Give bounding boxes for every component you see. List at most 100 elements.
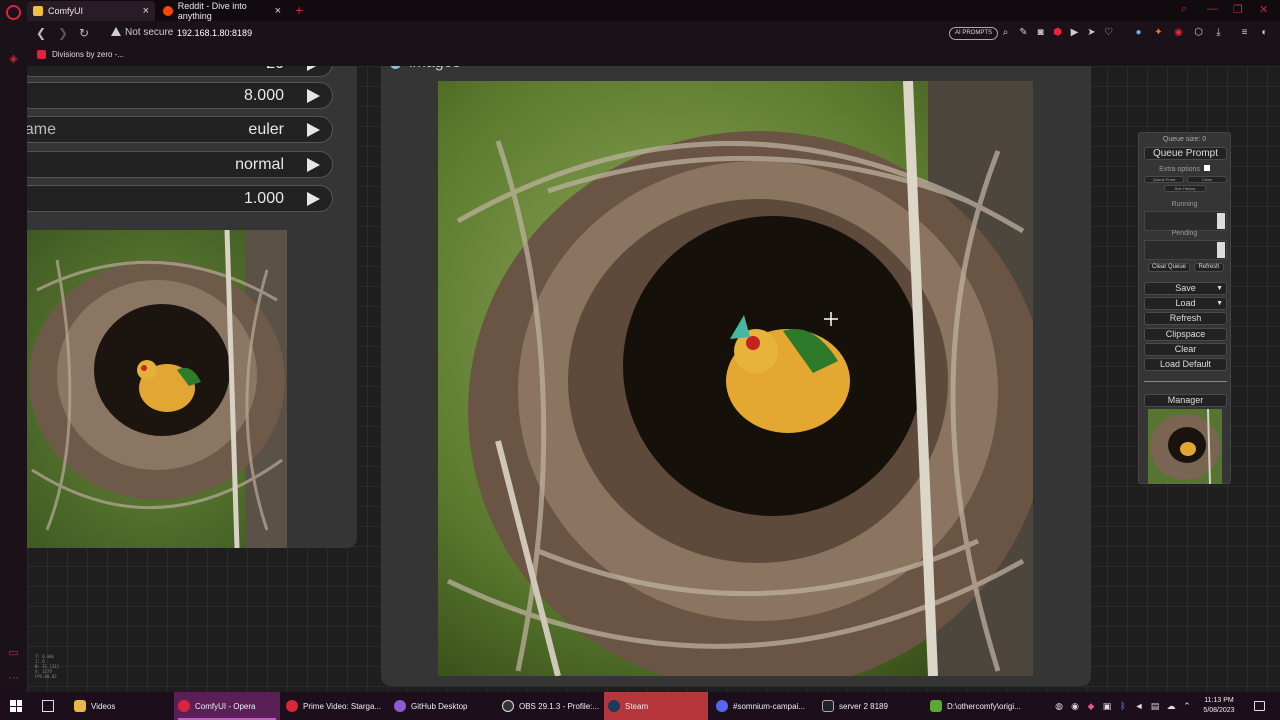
increment-arrow-icon[interactable] — [307, 89, 320, 103]
taskbar-app-obs[interactable]: OBS 29.1.3 - Profile:... — [498, 692, 602, 720]
scrollbar[interactable] — [1217, 213, 1225, 229]
extension-red-icon[interactable]: ◉ — [1173, 27, 1184, 38]
increment-arrow-icon[interactable] — [307, 192, 320, 206]
taskbar-app-notepad[interactable]: D:\othercomfy\origi... — [926, 692, 1030, 720]
node-status-dot — [390, 66, 401, 69]
queue-front-button[interactable]: Queue Front — [1144, 176, 1184, 183]
chevron-down-icon[interactable]: ▼ — [1216, 283, 1223, 294]
taskbar-app-label: server 2 8189 — [839, 701, 888, 711]
bluetooth-icon[interactable]: ᛒ — [1118, 701, 1128, 711]
more-icon[interactable]: ⋯ — [7, 673, 20, 684]
bookmarks-bar: Divisions by zero -... — [27, 46, 1280, 66]
preview-image-node[interactable]: images — [381, 66, 1091, 686]
extra-options-toggle[interactable]: Extra options — [1139, 165, 1230, 173]
discord-icon — [716, 700, 728, 712]
scrollbar[interactable] — [1217, 242, 1225, 258]
taskbar-app-videos[interactable]: Videos — [70, 692, 170, 720]
player-icon[interactable]: ▶ — [1069, 27, 1080, 38]
increment-arrow-icon[interactable] — [307, 66, 320, 71]
increment-arrow-icon[interactable] — [307, 123, 320, 137]
ksampler-node[interactable]: 20 8.000 name euler normal 1.000 — [27, 66, 357, 548]
gamepad-icon[interactable]: ◈ — [7, 54, 20, 65]
tray-app-icon[interactable]: ◉ — [1070, 701, 1080, 711]
menu-icon[interactable]: ≡ — [1239, 27, 1250, 38]
tab-reddit[interactable]: Reddit - Dive into anything × — [157, 1, 287, 21]
comfyui-canvas[interactable]: 20 8.000 name euler normal 1.000 — [27, 66, 1280, 692]
save-button[interactable]: Save ▼ — [1144, 282, 1227, 295]
reload-icon[interactable]: ↻ — [79, 26, 89, 40]
clear-queue-button[interactable]: Clear Queue — [1148, 263, 1190, 272]
manager-button[interactable]: Manager — [1144, 394, 1227, 407]
running-list[interactable] — [1144, 211, 1227, 231]
denoise-widget[interactable]: 1.000 — [27, 185, 333, 212]
network-icon[interactable]: ▤ — [1150, 701, 1160, 711]
adblock-icon[interactable]: ⬢ — [1052, 27, 1063, 38]
url-field[interactable]: 192.168.1.80:8189 — [177, 28, 252, 38]
clear-button[interactable]: Clear — [1144, 343, 1227, 356]
taskbar-app-terminal[interactable]: server 2 8189 — [818, 692, 922, 720]
bookmark-item[interactable]: Divisions by zero -... — [37, 50, 124, 59]
download-icon[interactable]: ⤓ — [1213, 27, 1224, 38]
see-history-button[interactable]: See History — [1164, 185, 1206, 192]
tray-app-icon[interactable]: ◆ — [1086, 701, 1096, 711]
extension-blue-icon[interactable]: ● — [1133, 27, 1144, 38]
maximize-icon[interactable]: ❐ — [1233, 3, 1243, 16]
refresh-button[interactable]: Refresh — [1144, 312, 1227, 325]
opera-logo-icon[interactable] — [6, 5, 21, 20]
chevron-down-icon[interactable]: ▼ — [1216, 298, 1223, 309]
extension-orange-icon[interactable]: ✦ — [1153, 27, 1164, 38]
search-icon[interactable]: ⌕ — [1000, 27, 1011, 38]
forward-icon[interactable]: ❯ — [58, 26, 68, 40]
queue-prompt-button[interactable]: Queue Prompt — [1144, 147, 1227, 160]
task-view-icon[interactable] — [42, 700, 54, 712]
new-tab-button[interactable]: + — [295, 2, 303, 18]
node-title: images — [409, 66, 461, 72]
taskbar-app-comfyui-opera[interactable]: ComfyUI - Opera — [174, 692, 280, 720]
comfy-menu-panel: Queue size: 0 Queue Prompt Extra options… — [1138, 132, 1231, 484]
taskbar-app-prime-video[interactable]: Prime Video: Starga... — [282, 692, 388, 720]
preview-image-large[interactable] — [438, 81, 1033, 676]
search-tabs-icon[interactable]: ⌕ — [1181, 3, 1187, 16]
sampler-name-widget[interactable]: name euler — [27, 116, 333, 143]
notifications-icon[interactable] — [1254, 701, 1265, 711]
taskbar-app-steam[interactable]: Steam — [604, 692, 708, 720]
pending-list[interactable] — [1144, 240, 1227, 260]
system-clock[interactable]: 11:13 PM 5/08/2023 — [1198, 696, 1240, 716]
security-indicator[interactable]: Not secure — [111, 27, 173, 38]
profile-icon[interactable]: ◐ — [1259, 27, 1270, 38]
sidebar-settings-icon[interactable]: ▭ — [7, 648, 20, 659]
tab-title: Reddit - Dive into anything — [177, 1, 247, 21]
minimize-icon[interactable]: — — [1207, 3, 1218, 15]
chevron-up-icon[interactable]: ⌃ — [1182, 701, 1192, 711]
tray-app-icon[interactable]: ◍ — [1054, 701, 1064, 711]
close-tab-icon[interactable]: × — [143, 5, 149, 17]
extra-options-checkbox[interactable] — [1203, 165, 1210, 171]
refresh-queue-button[interactable]: Refresh — [1194, 263, 1224, 272]
windows-start-icon[interactable] — [10, 700, 22, 712]
extensions-icon[interactable]: ⬡ — [1193, 27, 1204, 38]
cloud-icon[interactable]: ☁ — [1166, 701, 1176, 711]
terminal-icon — [822, 700, 834, 712]
load-default-button[interactable]: Load Default — [1144, 358, 1227, 371]
camera-icon[interactable]: ◙ — [1035, 27, 1046, 38]
clipspace-button[interactable]: Clipspace — [1144, 328, 1227, 341]
heart-icon[interactable]: ♡ — [1103, 27, 1114, 38]
back-icon[interactable]: ❮ — [36, 26, 46, 40]
tray-app-icon[interactable]: ▣ — [1102, 701, 1112, 711]
widget-value: 1.000 — [243, 190, 284, 207]
window-close-icon[interactable]: ✕ — [1259, 3, 1268, 16]
taskbar-app-discord[interactable]: #somnium-campai... — [712, 692, 816, 720]
widget-value: 8.000 — [243, 87, 284, 104]
close-tab-icon[interactable]: × — [275, 5, 281, 17]
edit-icon[interactable]: ✎ — [1018, 27, 1029, 38]
ai-prompts-button[interactable]: AI PROMPTS — [949, 27, 999, 40]
tab-comfyui[interactable]: ComfyUI × — [27, 1, 155, 21]
steps-widget[interactable]: 20 — [27, 66, 333, 77]
scheduler-widget[interactable]: normal — [27, 151, 333, 178]
close-button[interactable]: Close — [1187, 176, 1227, 183]
cfg-widget[interactable]: 8.000 — [27, 82, 333, 109]
volume-icon[interactable]: ◄ — [1134, 701, 1144, 711]
increment-arrow-icon[interactable] — [307, 158, 320, 172]
load-button[interactable]: Load ▼ — [1144, 297, 1227, 310]
taskbar-app-github-desktop[interactable]: GitHub Desktop — [390, 692, 496, 720]
